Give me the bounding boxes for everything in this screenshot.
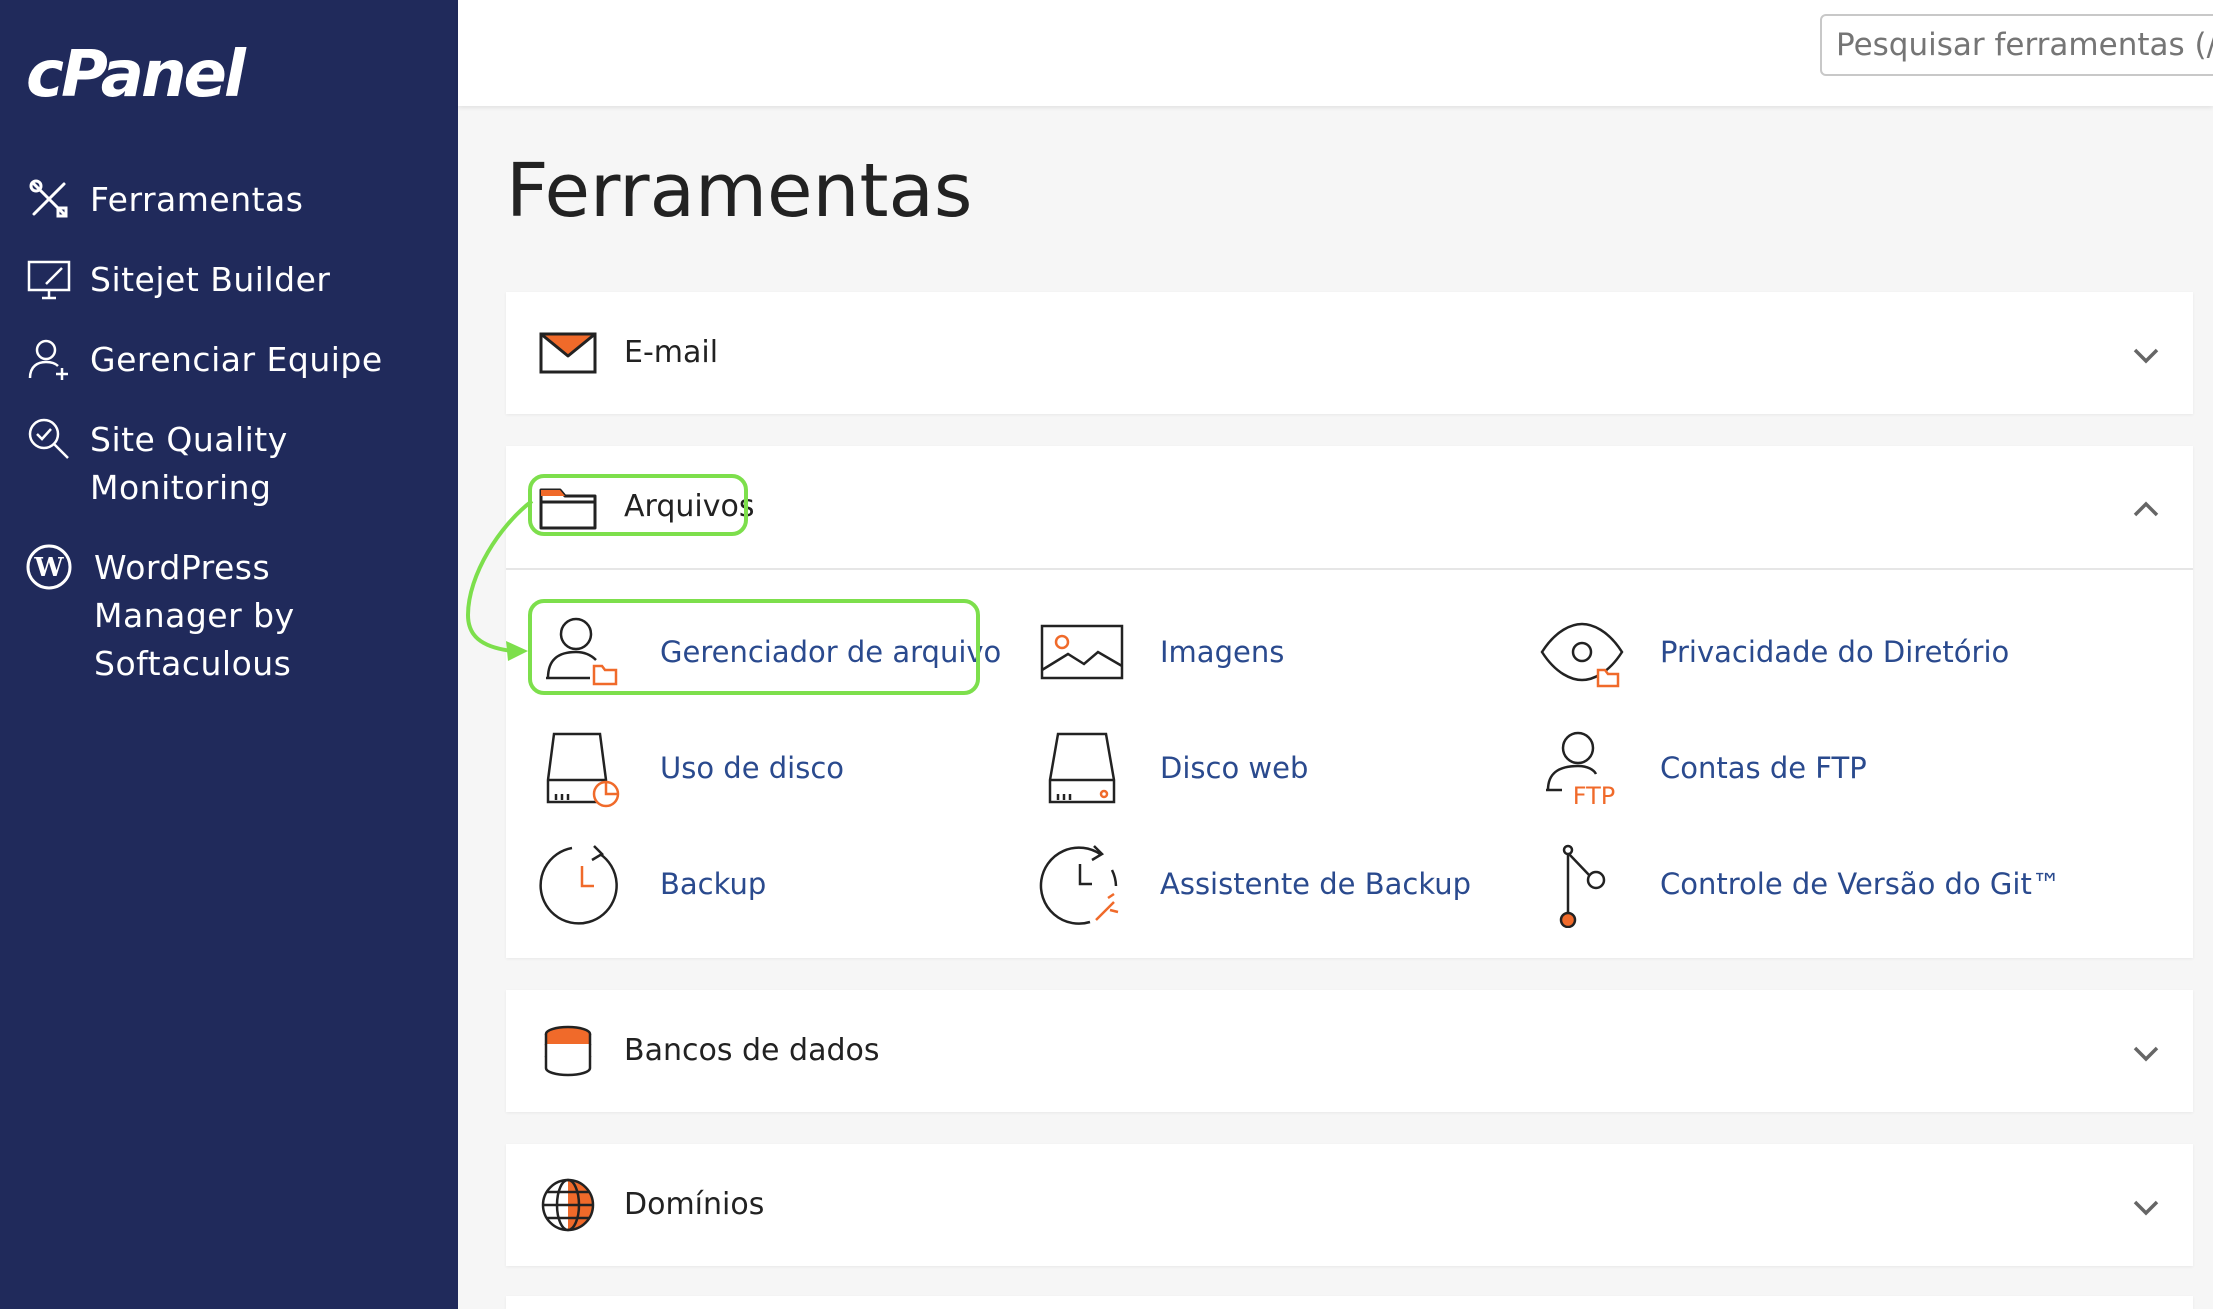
ftp-accounts-icon: FTP — [1546, 731, 1616, 810]
panel-header-email[interactable]: E-mail — [506, 292, 2193, 414]
page-title: Ferramentas — [506, 148, 973, 234]
panel-header-arquivos[interactable]: Arquivos — [506, 446, 2193, 570]
chevron-up-icon[interactable] — [2129, 492, 2163, 526]
sidebar-item-label: Gerenciar Equipe — [90, 340, 383, 379]
svg-text:W: W — [33, 553, 64, 583]
panel-arquivos: Arquivos Gerenciador de arquivo Imagens … — [506, 446, 2193, 958]
envelope-icon — [539, 332, 597, 374]
sidebar-item-ferramentas[interactable]: Ferramentas — [26, 176, 303, 224]
backup-icon — [539, 845, 618, 925]
sidebar-item-label: Site Quality Monitoring — [90, 420, 288, 507]
svg-text:FTP: FTP — [1573, 782, 1616, 810]
tool-label: Privacidade do Diretório — [1660, 635, 2010, 669]
chevron-down-icon[interactable] — [2129, 1190, 2163, 1224]
tool-label: Controle de Versão do Git™ — [1660, 867, 2061, 901]
tool-images[interactable]: Imagens — [1038, 608, 1284, 696]
sidebar-item-sitejet[interactable]: Sitejet Builder — [26, 256, 330, 304]
tool-label: Contas de FTP — [1660, 751, 1867, 785]
magnifier-check-icon — [28, 418, 69, 459]
team-user-icon — [28, 339, 68, 380]
tool-label: Backup — [660, 867, 767, 901]
sidebar-item-wordpress[interactable]: W WordPress Manager by Softaculous — [26, 544, 356, 688]
panel-header-dominios[interactable]: Domínios — [506, 1144, 2193, 1266]
highlight-arquivos — [528, 474, 748, 536]
sidebar: cPanel Ferramentas Sitejet Builder Geren… — [0, 0, 458, 1309]
git-icon — [1559, 844, 1606, 928]
panel-header-bancos[interactable]: Bancos de dados — [506, 990, 2193, 1112]
tool-disk-usage[interactable]: Uso de disco — [538, 724, 844, 812]
sidebar-item-label: WordPress Manager by Softaculous — [94, 548, 295, 683]
panel-title: E-mail — [624, 335, 719, 370]
search-input[interactable] — [1820, 14, 2213, 76]
annotation-arrow-icon — [465, 499, 534, 661]
tool-label: Disco web — [1160, 751, 1309, 785]
disk-usage-icon — [546, 732, 620, 808]
tool-directory-privacy[interactable]: Privacidade do Diretório — [1538, 608, 2009, 696]
panel-bancos-de-dados: Bancos de dados — [506, 990, 2193, 1112]
chevron-down-icon[interactable] — [2129, 338, 2163, 372]
tool-git[interactable]: Controle de Versão do Git™ — [1538, 840, 2061, 928]
directory-privacy-icon — [1540, 622, 1624, 688]
chevron-down-icon[interactable] — [2129, 1036, 2163, 1070]
sidebar-item-label: Sitejet Builder — [90, 260, 331, 299]
sidebar-item-gerenciar-equipe[interactable]: Gerenciar Equipe — [26, 336, 383, 384]
web-disk-icon — [1048, 732, 1116, 804]
database-icon — [544, 1025, 592, 1077]
globe-icon — [541, 1178, 595, 1232]
monitor-builder-icon — [27, 260, 71, 300]
panel-title: Domínios — [624, 1187, 765, 1222]
panel-email: E-mail — [506, 292, 2193, 414]
tool-label: Assistente de Backup — [1160, 867, 1472, 901]
panel-next-partial — [506, 1296, 2193, 1309]
cpanel-logo[interactable]: cPanel — [26, 40, 266, 110]
tool-label: Uso de disco — [660, 751, 845, 785]
tool-backup[interactable]: Backup — [538, 840, 766, 928]
images-icon — [1040, 624, 1124, 680]
tool-web-disk[interactable]: Disco web — [1038, 724, 1308, 812]
sidebar-item-site-quality[interactable]: Site Quality Monitoring — [26, 416, 346, 512]
tool-ftp-accounts[interactable]: FTP Contas de FTP — [1538, 724, 1867, 812]
tools-icon — [29, 179, 68, 218]
panel-title: Bancos de dados — [624, 1033, 880, 1068]
highlight-file-manager — [528, 599, 980, 695]
sidebar-item-label: Ferramentas — [90, 180, 304, 219]
backup-wizard-icon — [1039, 845, 1119, 925]
tool-label: Imagens — [1160, 635, 1285, 669]
panel-dominios: Domínios — [506, 1144, 2193, 1266]
tool-backup-wizard[interactable]: Assistente de Backup — [1038, 840, 1471, 928]
wordpress-icon: W — [26, 544, 72, 590]
